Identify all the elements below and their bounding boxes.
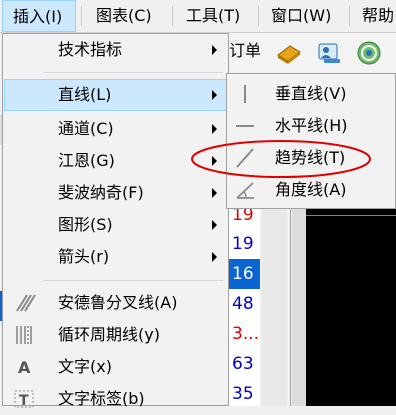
menu-item-label: 斐波纳奇(F) [58, 183, 144, 202]
background-panel [262, 205, 287, 406]
chart-area [306, 205, 396, 406]
signal-icon[interactable] [356, 40, 382, 66]
menu-item-arrows[interactable]: 箭头(r) [4, 241, 228, 273]
price-value: 19 [232, 234, 254, 254]
andrews-pitchfork-icon [14, 293, 36, 313]
menu-item-text-label[interactable]: T 文字标签(b) [4, 383, 228, 415]
menubar-charts[interactable]: 图表(C) [86, 0, 168, 32]
menu-item-label: 技术指标 [58, 40, 123, 59]
background-panel [292, 205, 306, 406]
cycle-lines-icon [14, 325, 36, 345]
chart-gridline [306, 215, 396, 216]
submenu-arrow-icon [212, 188, 217, 198]
menubar-separator [349, 6, 350, 26]
price-value: 3... [232, 324, 260, 344]
menu-item-label: 箭头(r) [58, 247, 110, 266]
toolbar-order-text[interactable]: 订单 [229, 40, 261, 62]
price-value: 63 [232, 354, 254, 374]
text-label-icon: T [14, 389, 36, 409]
menu-separator [43, 280, 223, 281]
submenu-item-angle-line[interactable]: 角度线(A) [228, 174, 394, 206]
price-column: 19 19 16 48 3... 63 35 [228, 205, 260, 406]
menu-item-lines[interactable]: 直线(L) [4, 79, 228, 111]
menu-item-label: 直线(L) [58, 85, 112, 104]
menu-item-label: 图形(S) [58, 215, 113, 234]
menu-item-text[interactable]: A 文字(x) [4, 351, 228, 383]
menu-item-label: 安德鲁分叉线(A) [58, 293, 178, 312]
menu-item-label: 文字标签(b) [58, 389, 145, 408]
menu-item-andrews-pitchfork[interactable]: 安德鲁分叉线(A) [4, 287, 228, 319]
menu-item-cycle-lines[interactable]: 循环周期线(y) [4, 319, 228, 351]
order-book-icon[interactable] [276, 40, 302, 66]
menu-item-fibonacci[interactable]: 斐波纳奇(F) [4, 177, 228, 209]
svg-text:T: T [19, 393, 29, 409]
price-value: 35 [232, 384, 254, 404]
menu-item-label: 循环周期线(y) [58, 325, 160, 344]
user-profile-icon[interactable] [316, 40, 342, 66]
menu-item-label: 江恩(G) [58, 151, 115, 170]
submenu-item-label: 角度线(A) [275, 180, 347, 199]
menubar-tools[interactable]: 工具(T) [176, 0, 256, 32]
submenu-item-label: 趋势线(T) [275, 148, 346, 167]
submenu-arrow-icon [212, 90, 217, 100]
insert-menu: 技术指标 直线(L) 通道(C) 江恩(G) 斐波纳奇(F) 图形(S) 箭头(… [2, 33, 229, 409]
submenu-arrow-icon [212, 45, 217, 55]
menubar-help[interactable]: 帮助 [352, 0, 396, 32]
submenu-arrow-icon [212, 156, 217, 166]
submenu-item-trendline[interactable]: 趋势线(T) [228, 142, 394, 174]
angle-line-icon [234, 180, 256, 200]
menu-item-indicators[interactable]: 技术指标 [4, 34, 228, 66]
price-value-selected: 16 [228, 259, 260, 289]
menu-separator [43, 72, 223, 73]
menu-item-shapes[interactable]: 图形(S) [4, 209, 228, 241]
menubar-separator [81, 6, 82, 26]
submenu-item-label: 水平线(H) [275, 116, 348, 135]
lines-submenu: 垂直线(V) 水平线(H) 趋势线(T) 角度线(A) [226, 73, 396, 209]
menu-bar: 插入(I) 图表(C) 工具(T) 窗口(W) 帮助 [0, 0, 396, 33]
horizontal-line-icon [234, 116, 256, 136]
submenu-arrow-icon [212, 252, 217, 262]
submenu-arrow-icon [212, 220, 217, 230]
menu-item-label: 文字(x) [58, 357, 112, 376]
trendline-icon [234, 148, 256, 168]
menubar-insert[interactable]: 插入(I) [2, 0, 76, 32]
menubar-separator [258, 6, 259, 26]
menubar-window[interactable]: 窗口(W) [261, 0, 347, 32]
price-value: 48 [232, 294, 254, 314]
menu-item-gann[interactable]: 江恩(G) [4, 145, 228, 177]
menubar-separator [172, 6, 173, 26]
submenu-arrow-icon [212, 124, 217, 134]
menu-item-channels[interactable]: 通道(C) [4, 113, 228, 145]
submenu-item-horizontal-line[interactable]: 水平线(H) [228, 110, 394, 142]
submenu-item-label: 垂直线(V) [275, 84, 347, 103]
submenu-item-vertical-line[interactable]: 垂直线(V) [228, 78, 394, 110]
menu-item-label: 通道(C) [58, 119, 114, 138]
vertical-line-icon [234, 84, 256, 104]
svg-text:A: A [18, 358, 31, 377]
divider [290, 205, 291, 406]
text-icon: A [14, 357, 36, 377]
